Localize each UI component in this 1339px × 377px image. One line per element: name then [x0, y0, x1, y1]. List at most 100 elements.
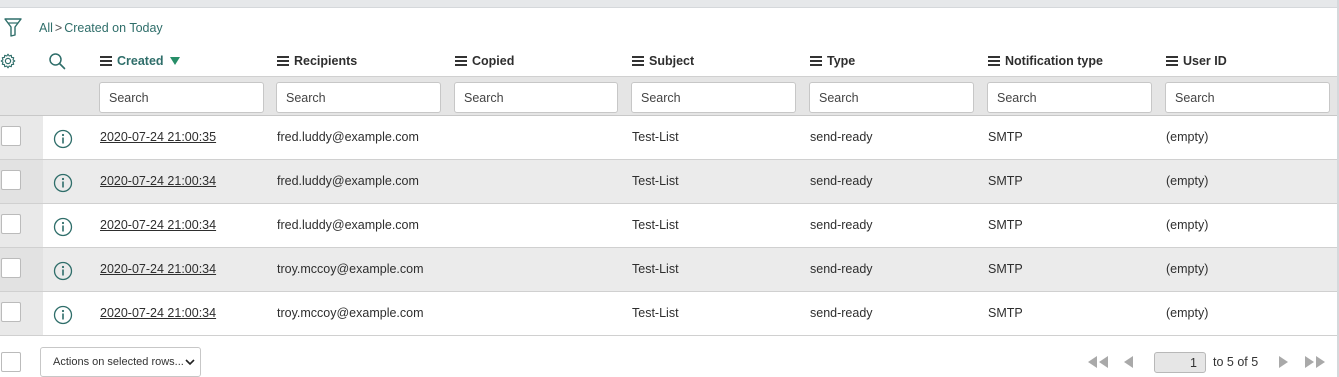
column-header-recipients[interactable]: Recipients [277, 54, 357, 68]
cell-subject: Test-List [632, 218, 679, 232]
search-input-user-id[interactable] [1165, 82, 1330, 113]
column-header-user-id[interactable]: User ID [1166, 54, 1227, 68]
search-input-copied[interactable] [454, 82, 618, 113]
cell-type: send-ready [810, 218, 873, 232]
column-header-subject[interactable]: Subject [632, 54, 694, 68]
filter-icon[interactable] [4, 16, 22, 38]
cell-subject: Test-List [632, 130, 679, 144]
column-header-created[interactable]: Created [100, 54, 180, 68]
row-select-cell [0, 248, 43, 291]
info-icon[interactable] [53, 217, 73, 237]
row-checkbox[interactable] [1, 126, 21, 146]
cell-created[interactable]: 2020-07-24 21:00:34 [100, 218, 216, 232]
select-all-checkbox[interactable] [1, 352, 21, 372]
info-icon[interactable] [53, 305, 73, 325]
actions-select[interactable]: Actions on selected rows... [40, 347, 201, 377]
chevron-down-icon [185, 359, 195, 366]
search-input-recipients[interactable] [276, 82, 441, 113]
row-checkbox[interactable] [1, 170, 21, 190]
cell-recipients: troy.mccoy@example.com [277, 306, 424, 320]
cell-created[interactable]: 2020-07-24 21:00:35 [100, 130, 216, 144]
breadcrumb-filter[interactable]: Created on Today [64, 21, 162, 35]
cell-created[interactable]: 2020-07-24 21:00:34 [100, 174, 216, 188]
column-menu-icon[interactable] [988, 56, 1000, 66]
cell-subject: Test-List [632, 262, 679, 276]
first-page-icon[interactable] [1085, 352, 1111, 372]
list-footer: Actions on selected rows... to 5 of 5 [0, 340, 1337, 377]
column-menu-icon[interactable] [632, 56, 644, 66]
info-icon[interactable] [53, 129, 73, 149]
row-select-cell [0, 292, 43, 335]
cell-user-id: (empty) [1166, 306, 1209, 320]
next-page-icon[interactable] [1276, 352, 1292, 372]
column-label: Subject [649, 54, 695, 68]
cell-subject: Test-List [632, 174, 679, 188]
gear-icon[interactable] [0, 53, 16, 69]
column-label: Copied [472, 54, 515, 68]
column-menu-icon[interactable] [810, 56, 822, 66]
column-label: Recipients [294, 54, 358, 68]
cell-created[interactable]: 2020-07-24 21:00:34 [100, 306, 216, 320]
cell-type: send-ready [810, 174, 873, 188]
top-bar [0, 0, 1339, 8]
column-header-notification-type[interactable]: Notification type [988, 54, 1103, 68]
breadcrumb: All > Created on Today [39, 21, 163, 35]
column-label: User ID [1183, 54, 1227, 68]
page-range-text: to 5 of 5 [1213, 355, 1259, 369]
cell-notification-type: SMTP [988, 262, 1023, 276]
cell-recipients: fred.luddy@example.com [277, 130, 419, 144]
breadcrumb-separator: > [54, 21, 63, 35]
column-menu-icon[interactable] [1166, 56, 1178, 66]
column-label: Created [117, 54, 164, 68]
info-icon[interactable] [53, 261, 73, 281]
table-row: 2020-07-24 21:00:34 fred.luddy@example.c… [0, 160, 1337, 204]
column-search-row [0, 76, 1337, 116]
page-number-input[interactable] [1154, 352, 1206, 373]
table-row: 2020-07-24 21:00:34 troy.mccoy@example.c… [0, 248, 1337, 292]
row-checkbox[interactable] [1, 214, 21, 234]
search-input-subject[interactable] [631, 82, 796, 113]
row-checkbox[interactable] [1, 302, 21, 322]
sort-down-arrow-icon [169, 57, 180, 65]
cell-user-id: (empty) [1166, 262, 1209, 276]
table-header-row: Created Recipients Copied Subject Type N… [0, 46, 1337, 76]
cell-notification-type: SMTP [988, 130, 1023, 144]
cell-notification-type: SMTP [988, 174, 1023, 188]
cell-subject: Test-List [632, 306, 679, 320]
breadcrumb-row: All > Created on Today [0, 14, 600, 42]
column-label: Type [827, 54, 856, 68]
last-page-icon[interactable] [1302, 352, 1328, 372]
table-row: 2020-07-24 21:00:35 fred.luddy@example.c… [0, 116, 1337, 160]
table-row: 2020-07-24 21:00:34 troy.mccoy@example.c… [0, 292, 1337, 336]
column-header-copied[interactable]: Copied [455, 54, 514, 68]
search-input-notification-type[interactable] [987, 82, 1152, 113]
actions-select-label: Actions on selected rows... [53, 356, 184, 368]
cell-created[interactable]: 2020-07-24 21:00:34 [100, 262, 216, 276]
column-menu-icon[interactable] [455, 56, 467, 66]
cell-user-id: (empty) [1166, 174, 1209, 188]
column-menu-icon[interactable] [100, 56, 112, 66]
search-input-created[interactable] [99, 82, 264, 113]
search-input-type[interactable] [809, 82, 974, 113]
cell-type: send-ready [810, 306, 873, 320]
cell-type: send-ready [810, 130, 873, 144]
column-label: Notification type [1005, 54, 1103, 68]
column-header-type[interactable]: Type [810, 54, 855, 68]
info-icon[interactable] [53, 173, 73, 193]
search-icon[interactable] [48, 52, 66, 70]
cell-type: send-ready [810, 262, 873, 276]
cell-recipients: troy.mccoy@example.com [277, 262, 424, 276]
cell-recipients: fred.luddy@example.com [277, 218, 419, 232]
row-select-cell [0, 116, 43, 159]
row-select-cell [0, 160, 43, 203]
row-checkbox[interactable] [1, 258, 21, 278]
prev-page-icon[interactable] [1120, 352, 1136, 372]
cell-user-id: (empty) [1166, 130, 1209, 144]
cell-notification-type: SMTP [988, 218, 1023, 232]
table-row: 2020-07-24 21:00:34 fred.luddy@example.c… [0, 204, 1337, 248]
breadcrumb-root[interactable]: All [39, 21, 53, 35]
column-menu-icon[interactable] [277, 56, 289, 66]
cell-recipients: fred.luddy@example.com [277, 174, 419, 188]
row-select-cell [0, 204, 43, 247]
cell-user-id: (empty) [1166, 218, 1209, 232]
